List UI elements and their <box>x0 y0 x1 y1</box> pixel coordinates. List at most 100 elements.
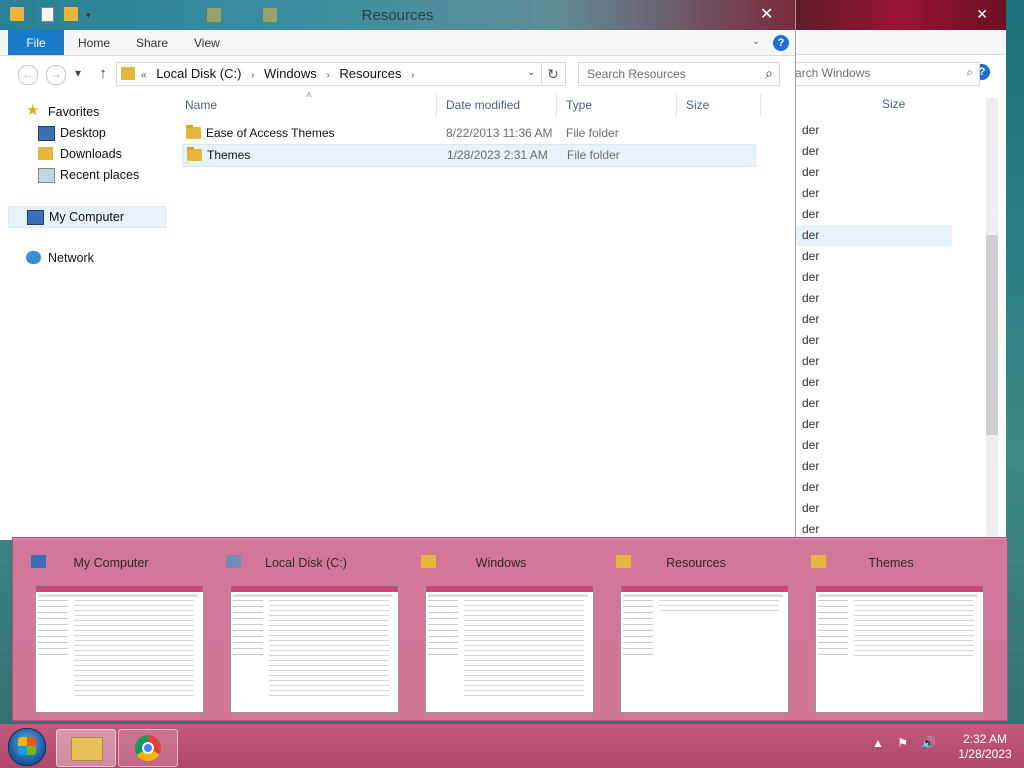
back-button[interactable]: ← <box>18 65 38 85</box>
thumbnail-themes[interactable]: Themes <box>805 548 984 713</box>
folder-icon <box>121 67 135 80</box>
column-divider[interactable] <box>556 94 557 116</box>
file-date: 1/28/2023 2:31 AM <box>447 148 548 162</box>
background-list-item[interactable]: der <box>802 288 952 309</box>
background-scrollbar-thumb[interactable] <box>986 235 998 435</box>
folder-icon <box>186 125 201 139</box>
background-list-item[interactable]: der <box>802 141 952 162</box>
recent-locations-icon[interactable]: ▾ <box>72 65 84 83</box>
breadcrumb-windows[interactable]: Windows <box>264 66 317 81</box>
background-list-item[interactable]: der <box>796 225 952 246</box>
window-preview[interactable] <box>620 585 789 713</box>
refresh-button[interactable]: ↻ <box>541 62 566 86</box>
background-list-item[interactable]: der <box>802 309 952 330</box>
background-list-item[interactable]: der <box>802 120 952 141</box>
column-date-modified[interactable]: Date modified <box>446 98 520 112</box>
thumbnail-label: Windows <box>475 556 527 570</box>
background-list-item[interactable]: der <box>802 372 952 393</box>
file-explorer-icon <box>71 737 103 761</box>
breadcrumb-separator-icon[interactable]: › <box>251 70 254 81</box>
sidebar-item-my-computer[interactable]: My Computer <box>8 206 166 228</box>
preview-content <box>464 600 584 700</box>
background-list-item[interactable]: der <box>802 330 952 351</box>
network-icon <box>26 251 41 264</box>
background-list-item[interactable]: der <box>802 267 952 288</box>
background-list-item[interactable]: der <box>802 351 952 372</box>
tab-file[interactable]: File <box>8 30 64 55</box>
up-button[interactable]: ↑ <box>94 65 112 83</box>
background-search-icon[interactable]: ⌕ <box>966 65 973 80</box>
address-dropdown-icon[interactable]: ⌄ <box>527 67 535 78</box>
clock[interactable]: 2:32 AM 1/28/2023 <box>950 732 1020 762</box>
background-list-item[interactable]: der <box>802 183 952 204</box>
preview-address-bar <box>623 594 783 597</box>
star-icon: ★ <box>26 102 40 119</box>
search-placeholder: Search Resources <box>587 67 686 81</box>
taskbar-file-explorer[interactable] <box>56 729 116 767</box>
thumbnail-local-disk[interactable]: Local Disk (C:) <box>220 548 399 713</box>
window-preview[interactable] <box>35 585 204 713</box>
column-divider[interactable] <box>676 94 677 116</box>
breadcrumb: « Local Disk (C:) › Windows › Resources … <box>141 66 420 81</box>
column-divider[interactable] <box>436 94 437 116</box>
thumbnail-resources[interactable]: Resources <box>610 548 789 713</box>
start-button[interactable] <box>8 728 46 766</box>
background-column-size[interactable]: Size <box>882 97 905 111</box>
window-preview[interactable] <box>230 585 399 713</box>
background-list-item[interactable]: der <box>802 393 952 414</box>
volume-icon[interactable]: 🔊 <box>921 736 936 750</box>
preview-content <box>659 600 779 614</box>
close-button[interactable]: ✕ <box>760 4 773 24</box>
address-bar[interactable]: « Local Disk (C:) › Windows › Resources … <box>116 62 542 86</box>
breadcrumb-separator-icon[interactable]: › <box>411 70 414 81</box>
breadcrumb-overflow-icon[interactable]: « <box>141 70 147 81</box>
window-titlebar[interactable]: ▾ Resources ✕ <box>0 0 795 30</box>
column-divider[interactable] <box>760 94 761 116</box>
background-file-list: der der der der der der der der der der der der der d… <box>796 120 952 540</box>
background-list-item[interactable]: der <box>802 498 952 519</box>
tab-home[interactable]: Home <box>78 30 110 55</box>
window-preview[interactable] <box>425 585 594 713</box>
ribbon-expand-icon[interactable]: ⌄ <box>752 36 760 47</box>
preview-address-bar <box>38 594 198 597</box>
background-list-item[interactable]: der <box>802 246 952 267</box>
search-input[interactable]: Search Resources ⌕ <box>578 62 780 86</box>
help-icon[interactable]: ? <box>773 35 789 51</box>
breadcrumb-resources[interactable]: Resources <box>339 66 401 81</box>
preview-sidebar <box>38 600 68 660</box>
column-name[interactable]: Name <box>185 98 217 112</box>
column-type[interactable]: Type <box>566 98 592 112</box>
taskbar-chrome[interactable] <box>118 729 178 767</box>
tab-share[interactable]: Share <box>136 30 168 55</box>
table-row[interactable]: Ease of Access Themes 8/22/2013 11:36 AM… <box>182 123 754 144</box>
forward-button[interactable]: → <box>46 65 66 85</box>
background-search-input[interactable]: arch Windows ⌕ <box>786 62 980 86</box>
window-preview[interactable] <box>815 585 984 713</box>
background-list-item[interactable]: der <box>802 204 952 225</box>
thumbnail-windows[interactable]: Windows <box>415 548 594 713</box>
table-row[interactable]: Themes 1/28/2023 2:31 AM File folder <box>182 144 756 167</box>
background-close-button[interactable]: ✕ <box>976 6 988 23</box>
background-list-item[interactable]: der <box>802 414 952 435</box>
background-list-item[interactable]: der <box>802 162 952 183</box>
preview-content <box>74 600 194 700</box>
show-hidden-icons-icon[interactable]: ▲ <box>872 736 884 750</box>
search-icon[interactable]: ⌕ <box>765 65 773 82</box>
file-name: Themes <box>207 148 251 162</box>
sidebar-item-label: Downloads <box>60 147 122 161</box>
preview-address-bar <box>428 594 588 597</box>
tab-view[interactable]: View <box>194 30 220 55</box>
background-list-item[interactable]: der <box>802 435 952 456</box>
sidebar-item-label: Recent places <box>60 168 140 182</box>
background-list-item[interactable]: der <box>802 477 952 498</box>
column-size[interactable]: Size <box>686 98 709 112</box>
system-tray: ▲ ⚑ 🔊 <box>872 736 946 750</box>
thumbnail-label: My Computer <box>73 556 149 570</box>
background-list-item[interactable]: der <box>802 456 952 477</box>
taskbar-thumbnail-flyout: My Computer Local Disk (C:) Windows Reso… <box>12 537 1008 721</box>
breadcrumb-local-disk[interactable]: Local Disk (C:) <box>156 66 241 81</box>
thumbnail-my-computer[interactable]: My Computer <box>25 548 204 713</box>
network-status-icon[interactable]: ⚑ <box>897 736 908 750</box>
breadcrumb-separator-icon[interactable]: › <box>326 70 329 81</box>
preview-titlebar <box>36 586 203 592</box>
